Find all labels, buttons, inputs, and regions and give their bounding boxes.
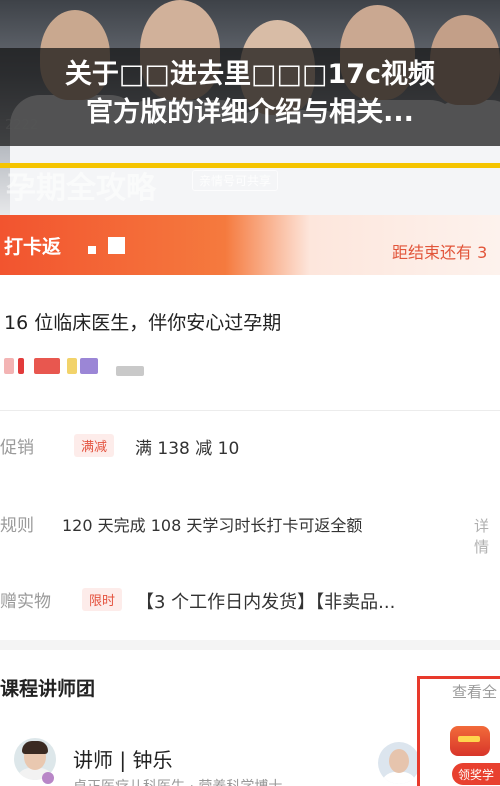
avatar-badge-dot: [42, 772, 54, 784]
teacher-avatar[interactable]: [378, 742, 420, 784]
row-value-promo[interactable]: 满 138 减 10: [135, 434, 239, 459]
row-label-rules: 规则: [0, 516, 34, 536]
blurred-tag: [116, 366, 144, 376]
row-label-promo: 促销: [0, 438, 34, 458]
row-value-rules: 120 天完成 108 天学习时长打卡可返全额: [62, 516, 363, 535]
overlay-title: 关于□□进去里□□□17c视频 官方版的详细介绍与相关...: [0, 56, 500, 132]
promo-dot: [88, 246, 96, 254]
badge-discount: 满减: [74, 434, 115, 457]
badge-limited: 限时: [82, 588, 123, 611]
reward-button[interactable]: 领奖学: [452, 763, 500, 785]
course-info-card: [0, 280, 500, 400]
blurred-tag: [34, 358, 60, 374]
divider: [0, 410, 500, 411]
blurred-tag: [4, 358, 14, 374]
row-label-gift: 赠实物: [0, 592, 51, 612]
blurred-tag: [67, 358, 77, 374]
blurred-tag: [80, 358, 98, 374]
row-value-gift[interactable]: 【3 个工作日内发货】【非卖品...: [136, 588, 395, 614]
teacher-title: 卓正医疗儿科医生 · 营养科学博士: [73, 776, 282, 786]
promo-checkin-label: 打卡返: [4, 236, 62, 258]
section-title-teachers: 课程讲师团: [0, 678, 96, 700]
promo-countdown: 距结束还有 3: [392, 243, 488, 262]
rules-detail-link[interactable]: 详情: [474, 515, 500, 557]
course-subtitle: 16 位临床医生，伴你安心过孕期: [4, 312, 282, 334]
blurred-tag: [18, 358, 24, 374]
red-envelope-icon[interactable]: [450, 726, 490, 756]
overlay-title-line1: 关于□□进去里□□□17c视频: [64, 59, 436, 90]
overlay-title-line2: 官方版的详细介绍与相关...: [86, 97, 414, 128]
promo-square: [108, 237, 125, 254]
avatar-body: [381, 772, 417, 784]
avatar-hair: [22, 741, 48, 754]
hero-watermark: 孕期全攻略: [6, 171, 156, 206]
section-gap: [0, 640, 500, 650]
avatar-face: [389, 749, 409, 773]
hero-tag: 亲情号可共享: [192, 170, 279, 191]
highlight-line: [0, 163, 500, 168]
teacher-name[interactable]: 讲师 | 钟乐: [73, 744, 172, 773]
